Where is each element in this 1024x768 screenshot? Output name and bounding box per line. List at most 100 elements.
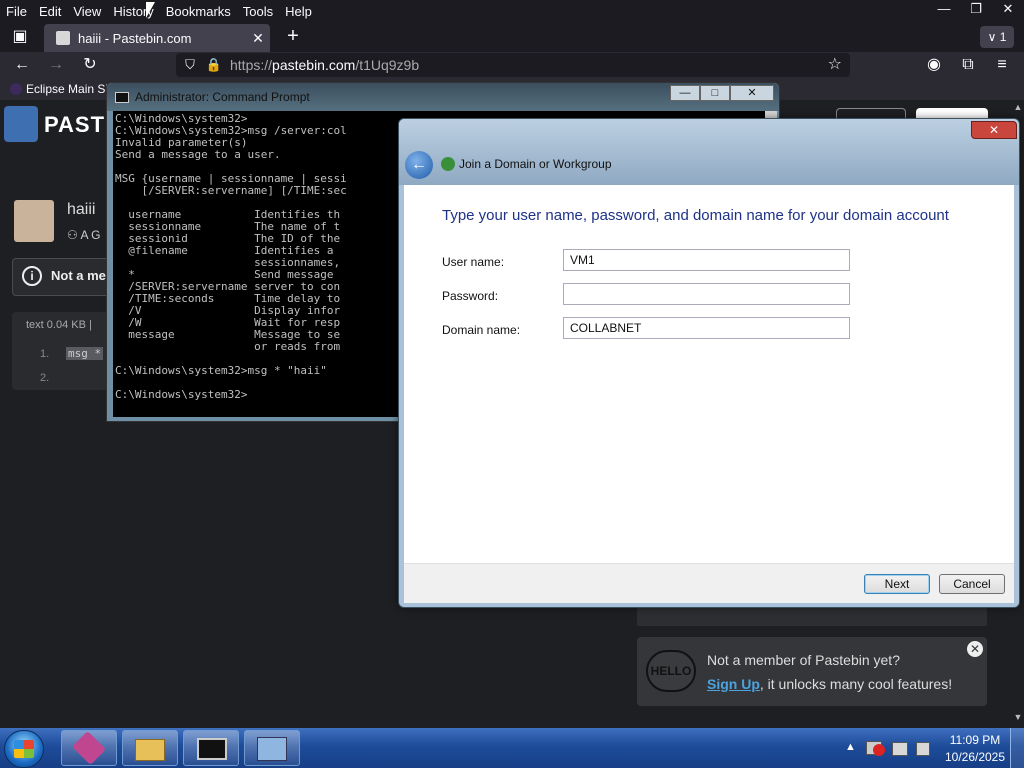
dialog-content: Type your user name, password, and domai… xyxy=(404,185,1014,563)
account-icon[interactable]: ◉ xyxy=(922,54,946,76)
close-tab-icon[interactable]: ✕ xyxy=(246,30,270,47)
mouse-cursor-icon xyxy=(146,2,155,18)
tab-title: haiii - Pastebin.com xyxy=(78,30,192,46)
avatar xyxy=(14,200,54,242)
next-button[interactable]: Next xyxy=(864,574,930,594)
cmd-title: Administrator: Command Prompt xyxy=(135,90,310,104)
volume-muted-icon[interactable] xyxy=(916,742,930,756)
forward-arrow-icon[interactable]: → xyxy=(44,54,68,76)
menu-edit[interactable]: Edit xyxy=(33,4,67,19)
password-field[interactable] xyxy=(563,283,850,305)
url-bar[interactable]: ⛉ 🔒 https:// pastebin.com /t1Uq9z9b ☆ xyxy=(176,53,850,77)
minimize-button[interactable]: — xyxy=(928,0,960,20)
paste-title: haiii xyxy=(67,201,96,218)
clock-time[interactable]: 11:09 PM xyxy=(944,733,1006,747)
windows-logo-icon xyxy=(14,740,34,758)
bookmark-star-icon[interactable]: ☆ xyxy=(828,53,842,77)
bookmark-eclipse[interactable]: Eclipse Main Si xyxy=(26,82,108,96)
pastebin-logo-text[interactable]: PAST xyxy=(44,112,105,138)
firefox-view-icon[interactable]: ▣ xyxy=(8,26,32,48)
scroll-up-icon[interactable]: ▲ xyxy=(1012,102,1024,114)
shield-icon[interactable]: ⛉ xyxy=(180,57,200,73)
cmd-close-button[interactable]: ✕ xyxy=(730,85,774,101)
cmd-line: or reads from xyxy=(115,340,341,353)
pastebin-logo-icon[interactable] xyxy=(4,106,38,142)
cmd-line: C:\Windows\system32>msg * "haii" xyxy=(115,364,327,377)
domain-field[interactable] xyxy=(563,317,850,339)
menu-hamburger-icon[interactable]: ≡ xyxy=(990,54,1014,76)
taskbar-app-system[interactable] xyxy=(244,730,300,766)
tab-pastebin[interactable]: haiii - Pastebin.com ✕ xyxy=(44,24,270,52)
signup-text-rest: , it unlocks many cool features! xyxy=(759,676,953,692)
reload-icon[interactable]: ↻ xyxy=(78,54,102,76)
url-host: pastebin.com xyxy=(272,57,356,73)
password-label: Password: xyxy=(442,289,499,303)
menu-tools[interactable]: Tools xyxy=(237,4,279,19)
network-icon xyxy=(441,157,455,171)
show-desktop-button[interactable] xyxy=(1010,728,1024,768)
alert-icon xyxy=(873,744,885,756)
username-label: User name: xyxy=(442,255,505,269)
signup-text: Not a member of Pastebin yet? xyxy=(707,652,900,668)
dialog-title: Join a Domain or Workgroup xyxy=(459,157,612,171)
page-panel xyxy=(637,608,987,626)
url-prefix: https:// xyxy=(230,57,273,73)
nav-bar: ← → ↻ ⛉ 🔒 https:// pastebin.com /t1Uq9z9… xyxy=(0,52,1024,78)
cmd-output: C:\Windows\system32> C:\Windows\system32>… xyxy=(115,113,347,401)
network-icon[interactable] xyxy=(892,742,908,756)
tab-bar: ▣ haiii - Pastebin.com ✕ + ∨ 1 xyxy=(0,22,1024,52)
cmd-line: Send a message to a user. xyxy=(115,148,281,161)
code-line: msg * xyxy=(66,347,104,360)
paste-meta: text 0.04 KB | xyxy=(26,319,92,331)
cmd-titlebar[interactable]: Administrator: Command Prompt — □ ✕ xyxy=(107,83,779,111)
taskbar-app-explorer[interactable] xyxy=(122,730,178,766)
lock-icon[interactable]: 🔒 xyxy=(204,57,224,73)
cancel-button[interactable]: Cancel xyxy=(939,574,1005,594)
cmd-icon xyxy=(197,738,227,760)
new-tab-button[interactable]: + xyxy=(282,26,304,48)
close-window-button[interactable]: ✕ xyxy=(992,0,1024,20)
dialog-close-button[interactable]: ✕ xyxy=(971,121,1017,139)
show-hidden-icons-icon[interactable]: ▲ xyxy=(845,741,856,753)
folder-icon xyxy=(135,739,165,761)
cmd-icon xyxy=(115,92,129,103)
line-number: 2. xyxy=(40,372,50,384)
signup-link[interactable]: Sign Up xyxy=(707,676,760,692)
dialog-heading: Type your user name, password, and domai… xyxy=(442,207,949,224)
tab-list-button[interactable]: ∨ 1 xyxy=(980,26,1014,48)
extensions-icon[interactable]: ⧉ xyxy=(956,54,980,76)
pastebin-favicon-icon xyxy=(56,31,70,45)
computer-icon xyxy=(257,737,287,761)
info-icon: i xyxy=(22,266,42,286)
dialog-titlebar[interactable] xyxy=(399,119,1019,185)
cmd-minimize-button[interactable]: — xyxy=(670,85,700,101)
menu-file[interactable]: File xyxy=(0,4,33,19)
browser-window-controls: — ❐ ✕ xyxy=(928,0,1024,22)
cmd-line: [/SERVER:servername] [/TIME:sec xyxy=(115,184,347,197)
back-arrow-icon[interactable]: ← xyxy=(405,151,433,179)
cmd-maximize-button[interactable]: □ xyxy=(700,85,730,101)
restore-button[interactable]: ❐ xyxy=(960,0,992,20)
hello-badge-icon: HELLO xyxy=(646,650,696,692)
domain-label: Domain name: xyxy=(442,323,521,337)
username-field[interactable] xyxy=(563,249,850,271)
clock-date[interactable]: 10/26/2025 xyxy=(940,750,1010,764)
menu-help[interactable]: Help xyxy=(279,4,318,19)
app-icon xyxy=(72,731,106,765)
menu-view[interactable]: View xyxy=(67,4,107,19)
join-domain-dialog[interactable]: ✕ ← Join a Domain or Workgroup Type your… xyxy=(398,118,1020,608)
paste-author[interactable]: ⚇ A G xyxy=(67,228,100,242)
url-path: /t1Uq9z9b xyxy=(355,57,420,73)
dialog-footer: Next Cancel xyxy=(404,563,1014,603)
author-name: A G xyxy=(80,228,101,242)
cmd-line: C:\Windows\system32> xyxy=(115,388,248,401)
back-arrow-icon[interactable]: ← xyxy=(10,54,34,76)
scroll-down-icon[interactable]: ▼ xyxy=(1012,712,1024,724)
taskbar-app-visualstudio[interactable] xyxy=(61,730,117,766)
menu-bookmarks[interactable]: Bookmarks xyxy=(160,4,237,19)
eclipse-icon xyxy=(10,83,22,95)
line-number: 1. xyxy=(40,348,50,360)
taskbar-app-cmd[interactable] xyxy=(183,730,239,766)
close-icon[interactable]: ✕ xyxy=(967,641,983,657)
signup-text-2: Sign Up, it unlocks many cool features! xyxy=(707,676,952,692)
